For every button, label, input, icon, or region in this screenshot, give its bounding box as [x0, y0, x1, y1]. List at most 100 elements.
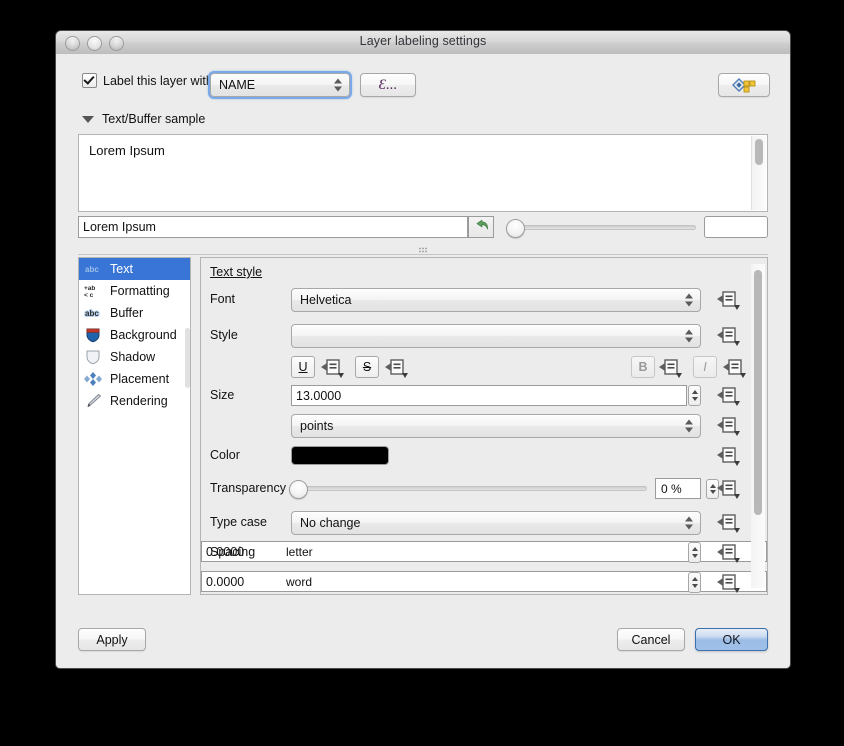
label-this-layer-checkbox[interactable]	[82, 73, 97, 88]
strikethrough-button[interactable]: S	[355, 356, 379, 378]
sidebar-scrollbar[interactable]	[185, 328, 190, 388]
type-case-value: No change	[300, 516, 360, 530]
label-field-value: NAME	[219, 78, 255, 92]
panel-scrollbar[interactable]	[751, 264, 765, 588]
font-row: Font Helvetica	[201, 288, 767, 312]
data-defined-override-icon	[383, 358, 409, 379]
formatting-icon: +ab < c	[84, 283, 104, 299]
cancel-button[interactable]: Cancel	[617, 628, 685, 651]
chevron-updown-icon	[685, 329, 693, 344]
revert-arrow-icon	[473, 220, 489, 234]
underline-override-button[interactable]	[319, 358, 345, 379]
data-defined-override-icon	[715, 446, 741, 467]
bold-button[interactable]: B	[631, 356, 655, 378]
data-defined-override-icon	[715, 326, 741, 347]
settings-sidebar: abc Text +ab < c Formatting	[78, 257, 191, 595]
data-defined-override-icon	[715, 543, 741, 564]
slider-knob[interactable]	[506, 219, 525, 238]
label-this-layer-checkbox-wrap[interactable]: Label this layer with	[82, 73, 213, 88]
transparency-slider[interactable]	[291, 481, 647, 497]
data-defined-override-icon	[715, 386, 741, 407]
font-override-button[interactable]	[715, 290, 741, 311]
size-label: Size	[210, 388, 234, 402]
size-units-row: points	[201, 414, 767, 438]
labeling-engine-settings-button[interactable]	[718, 73, 770, 97]
sidebar-item-background[interactable]: Background	[79, 324, 190, 346]
size-stepper[interactable]	[688, 385, 701, 406]
sidebar-item-label: Placement	[110, 372, 169, 386]
size-units-override-button[interactable]	[715, 416, 741, 437]
italic-button[interactable]: I	[693, 356, 717, 378]
size-override-button[interactable]	[715, 386, 741, 407]
sidebar-item-placement[interactable]: Placement	[79, 368, 190, 390]
scrollbar-thumb[interactable]	[754, 270, 762, 515]
spacing-label: Spacing	[210, 545, 255, 559]
style-combo[interactable]	[291, 324, 701, 348]
sample-background-color-field[interactable]	[704, 216, 768, 238]
sample-preview-text: Lorem Ipsum	[89, 143, 165, 158]
spacing-letter-row: Spacing letter 0.0000	[201, 541, 767, 565]
italic-override-button[interactable]	[721, 358, 747, 379]
sample-zoom-slider[interactable]	[506, 220, 696, 234]
window-title: Layer labeling settings	[56, 34, 790, 48]
font-label: Font	[210, 292, 235, 306]
style-row: Style	[201, 324, 767, 348]
size-input[interactable]: 13.0000	[291, 385, 687, 406]
sidebar-item-shadow[interactable]: Shadow	[79, 346, 190, 368]
size-row: Size 13.0000	[201, 384, 767, 408]
type-case-combo[interactable]: No change	[291, 511, 701, 535]
data-defined-override-icon	[715, 290, 741, 311]
size-units-combo[interactable]: points	[291, 414, 701, 438]
label-this-layer-label: Label this layer with	[103, 74, 213, 88]
shield-shadow-icon	[84, 349, 104, 365]
spacing-letter-label: letter	[286, 545, 313, 559]
settings-content: abc Text +ab < c Formatting	[78, 257, 768, 595]
expression-button[interactable]: Ɛ...	[360, 73, 416, 97]
data-defined-override-icon	[319, 358, 345, 379]
transparency-override-button[interactable]	[715, 479, 741, 500]
color-label: Color	[210, 448, 240, 462]
placement-diamonds-icon	[84, 371, 104, 387]
dialog-body: Label this layer with NAME Ɛ...	[56, 54, 790, 668]
sample-preview-scrollbar[interactable]	[751, 136, 766, 210]
spacing-letter-stepper[interactable]	[688, 542, 701, 563]
spacing-word-stepper[interactable]	[688, 572, 701, 593]
slider-knob[interactable]	[289, 480, 308, 499]
spacing-letter-override-button[interactable]	[715, 543, 741, 564]
spacing-word-override-button[interactable]	[715, 573, 741, 594]
splitter-handle[interactable]	[78, 246, 768, 256]
sidebar-item-rendering[interactable]: Rendering	[79, 390, 190, 412]
revert-sample-button[interactable]	[468, 216, 494, 238]
data-defined-override-icon	[657, 358, 683, 379]
text-style-panel: Text style Font Helvetica	[200, 257, 768, 595]
strikethrough-override-button[interactable]	[383, 358, 409, 379]
sample-preview-area: Lorem Ipsum	[78, 134, 768, 212]
text-buffer-sample-header[interactable]: Text/Buffer sample	[82, 112, 205, 126]
type-case-override-button[interactable]	[715, 513, 741, 534]
chevron-down-icon[interactable]	[82, 116, 94, 123]
apply-button[interactable]: Apply	[78, 628, 146, 651]
font-combo[interactable]: Helvetica	[291, 288, 701, 312]
chevron-updown-icon	[334, 78, 342, 93]
color-override-button[interactable]	[715, 446, 741, 467]
sidebar-item-formatting[interactable]: +ab < c Formatting	[79, 280, 190, 302]
label-field-combo[interactable]: NAME	[210, 73, 350, 97]
sidebar-item-buffer[interactable]: abc Buffer	[79, 302, 190, 324]
sidebar-item-label: Background	[110, 328, 177, 342]
sidebar-item-text[interactable]: abc Text	[79, 258, 190, 280]
text-color-swatch[interactable]	[291, 446, 389, 465]
slider-track	[291, 486, 647, 491]
data-defined-override-icon	[721, 358, 747, 379]
bold-override-button[interactable]	[657, 358, 683, 379]
sample-text-input[interactable]: Lorem Ipsum	[78, 216, 468, 238]
underline-button[interactable]: U	[291, 356, 315, 378]
scrollbar-thumb[interactable]	[755, 139, 763, 165]
splitter-line	[78, 254, 768, 255]
sidebar-item-label: Buffer	[110, 306, 143, 320]
style-label: Style	[210, 328, 238, 342]
type-case-row: Type case No change	[201, 511, 767, 535]
svg-text:abc: abc	[85, 265, 99, 274]
style-override-button[interactable]	[715, 326, 741, 347]
ok-button[interactable]: OK	[695, 628, 768, 651]
transparency-value-input[interactable]: 0 %	[655, 478, 701, 499]
